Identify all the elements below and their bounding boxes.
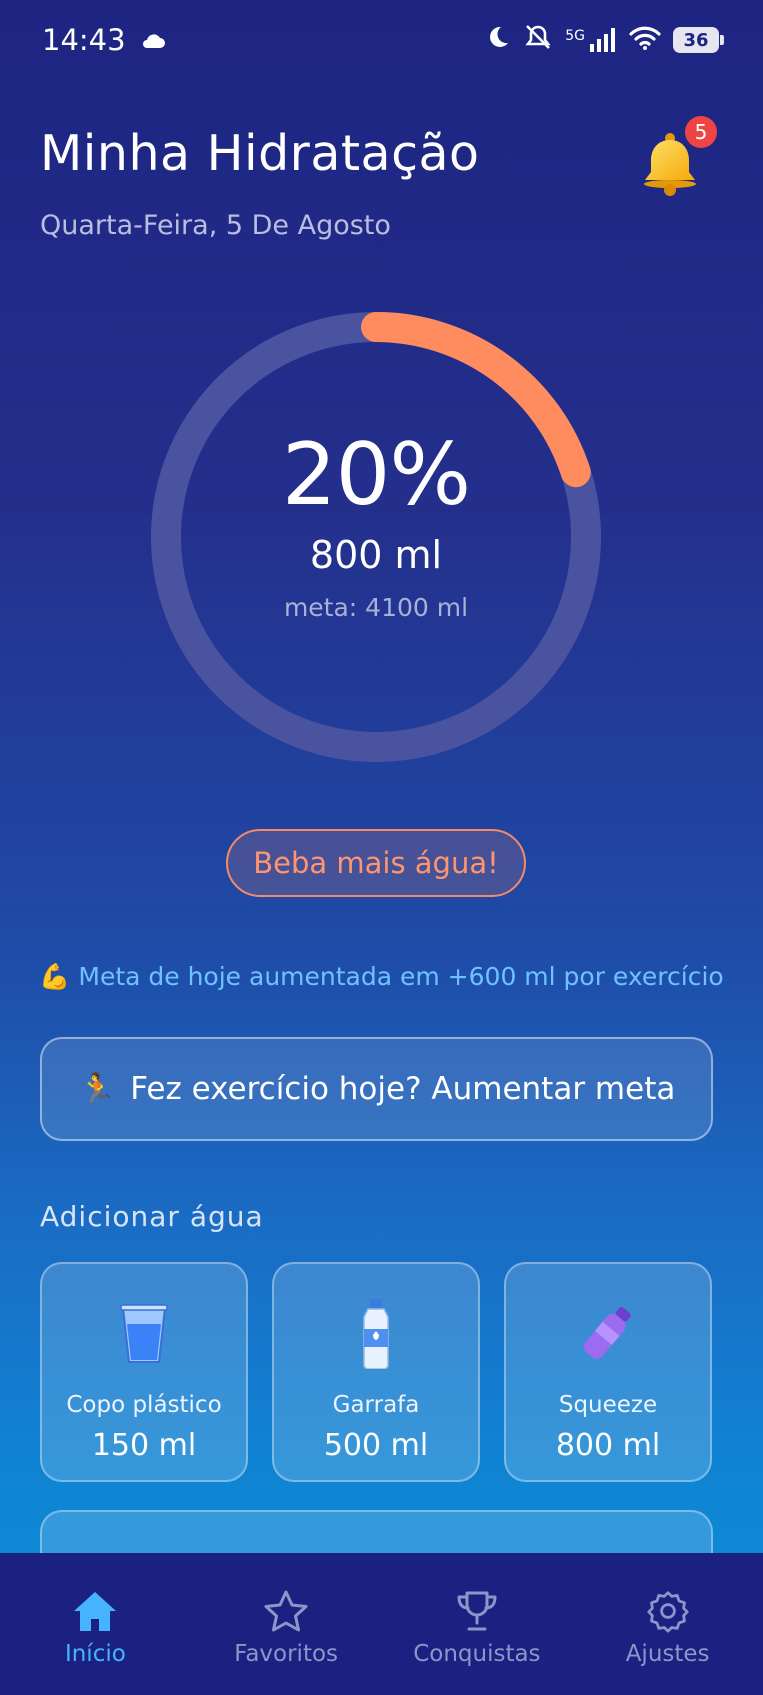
bottle-icon	[360, 1298, 392, 1370]
consumed-amount: 800 ml	[309, 532, 443, 577]
signal-icon: 5G	[565, 28, 617, 52]
nav-item-inicio[interactable]: Início	[0, 1589, 190, 1667]
option-amount: 150 ml	[91, 1428, 197, 1463]
add-squeeze-button[interactable]: Squeeze 800 ml	[504, 1262, 712, 1482]
network-type: 5G	[565, 28, 585, 44]
status-bar: 14:43 5G 36	[0, 0, 763, 80]
nav-label: Início	[64, 1641, 126, 1667]
bottom-navigation: Início Favoritos Conquistas Ajustes	[0, 1553, 763, 1695]
page-date: Quarta-Feira, 5 De Agosto	[40, 210, 391, 241]
ring-center: 20% 800 ml meta: 4100 ml	[147, 308, 605, 766]
add-bottle-button[interactable]: Garrafa 500 ml	[272, 1262, 480, 1482]
wifi-icon	[629, 23, 661, 57]
option-label: Copo plástico	[66, 1392, 222, 1418]
goal-boost-note: 💪 Meta de hoje aumentada em +600 ml por …	[39, 962, 724, 991]
nav-item-favoritos[interactable]: Favoritos	[191, 1589, 381, 1667]
option-label: Garrafa	[332, 1392, 420, 1418]
notification-badge: 5	[685, 116, 717, 148]
battery-indicator: 36	[673, 27, 724, 53]
nav-label: Favoritos	[234, 1641, 339, 1667]
nav-label: Conquistas	[413, 1641, 541, 1667]
moon-icon	[485, 23, 511, 57]
star-icon	[264, 1590, 308, 1632]
squeeze-bottle-icon	[576, 1298, 640, 1370]
daily-goal: meta: 4100 ml	[283, 592, 469, 622]
trophy-icon	[457, 1591, 497, 1631]
option-label: Squeeze	[558, 1392, 658, 1418]
gear-icon	[647, 1591, 689, 1633]
notifications-button[interactable]: 5	[635, 116, 717, 198]
plastic-cup-icon	[119, 1298, 169, 1370]
runner-icon: 🏃	[77, 1071, 117, 1108]
option-amount: 500 ml	[323, 1428, 429, 1463]
increase-goal-button[interactable]: 🏃 Fez exercício hoje? Aumentar meta	[40, 1037, 713, 1141]
status-time: 14:43	[42, 23, 126, 57]
header: Minha Hidratação Quarta-Feira, 5 De Agos…	[40, 125, 723, 241]
add-water-options: Copo plástico 150 ml Garrafa 500 ml Sque…	[40, 1262, 713, 1482]
add-cup-button[interactable]: Copo plástico 150 ml	[40, 1262, 248, 1482]
progress-percent: 20%	[281, 424, 471, 525]
drink-more-reminder: Beba mais água!	[226, 829, 526, 897]
option-amount: 800 ml	[555, 1428, 661, 1463]
mute-bell-icon	[523, 23, 553, 58]
add-water-title: Adicionar água	[40, 1200, 264, 1233]
increase-goal-label: Fez exercício hoje? Aumentar meta	[130, 1071, 676, 1107]
nav-item-ajustes[interactable]: Ajustes	[573, 1589, 763, 1667]
nav-item-conquistas[interactable]: Conquistas	[382, 1589, 572, 1667]
nav-label: Ajustes	[625, 1641, 710, 1667]
home-icon	[74, 1592, 117, 1631]
page-title: Minha Hidratação	[40, 125, 480, 182]
hydration-progress-ring: 20% 800 ml meta: 4100 ml	[147, 308, 605, 766]
cloud-icon	[140, 23, 166, 57]
status-right: 5G 36	[485, 23, 724, 58]
status-left: 14:43	[42, 23, 166, 57]
